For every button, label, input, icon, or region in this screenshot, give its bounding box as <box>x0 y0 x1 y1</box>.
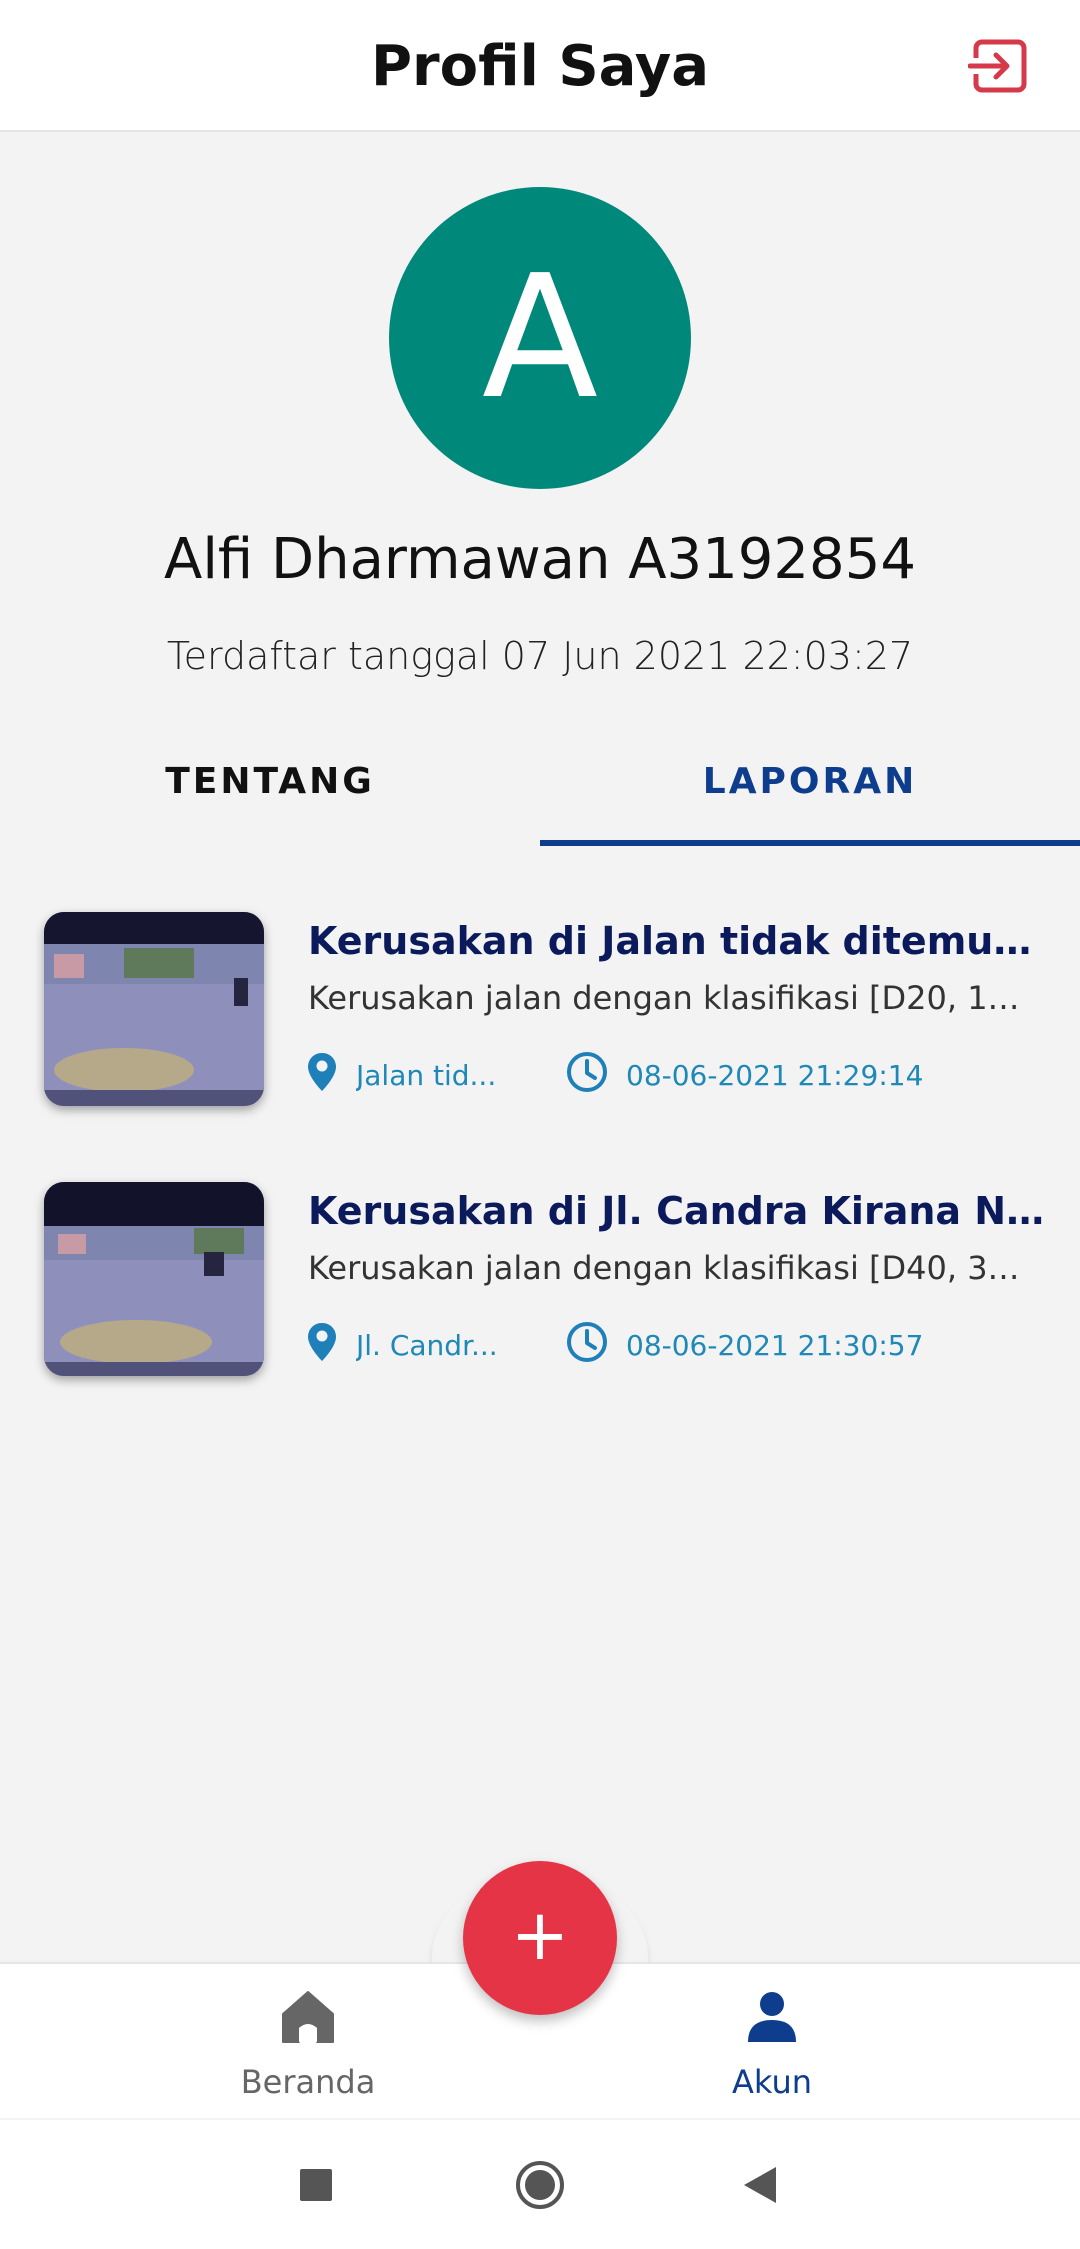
report-location: Jalan tid... <box>306 1050 536 1100</box>
recent-apps-icon[interactable] <box>266 2120 366 2249</box>
nav-label-akun: Akun <box>732 2063 812 2101</box>
report-description: Kerusakan jalan dengan klasifikasi [D40,… <box>308 1249 1028 1287</box>
user-name: Alfi Dharmawan A3192854 <box>164 527 916 592</box>
tab-laporan[interactable]: LAPORAN <box>540 740 1080 846</box>
plus-icon: + <box>510 1894 570 1976</box>
add-report-button[interactable]: + <box>463 1861 617 2015</box>
location-pin-icon <box>306 1321 338 1370</box>
home-button-icon[interactable] <box>490 2120 590 2249</box>
registration-date: Terdaftar tanggal 07 Jun 2021 22:03:27 <box>166 634 914 678</box>
clock-icon <box>566 1321 608 1370</box>
report-description: Kerusakan jalan dengan klasifikasi [D20,… <box>308 979 1028 1017</box>
profile-tabs: TENTANG LAPORAN <box>0 740 1080 846</box>
report-title: Kerusakan di Jl. Candra Kirana No.2... <box>308 1189 1048 1233</box>
list-item[interactable]: Kerusakan di Jalan tidak ditemukan Kerus… <box>0 900 1080 1130</box>
report-time: 08-06-2021 21:29:14 <box>566 1050 1026 1100</box>
home-icon <box>188 1988 428 2050</box>
clock-icon <box>566 1051 608 1100</box>
report-location: Jl. Candr... <box>306 1320 536 1370</box>
avatar-initial: A <box>481 239 599 437</box>
nav-label-beranda: Beranda <box>240 2063 376 2101</box>
app-bar: Profil Saya <box>0 0 1080 132</box>
tab-tentang[interactable]: TENTANG <box>0 740 540 846</box>
report-location-text: Jl. Candr... <box>356 1328 498 1362</box>
list-item[interactable]: Kerusakan di Jl. Candra Kirana No.2... K… <box>0 1170 1080 1400</box>
report-thumbnail <box>44 1182 264 1376</box>
system-nav-bar <box>0 2120 1080 2249</box>
nav-item-akun[interactable]: Akun <box>652 1988 892 2108</box>
report-title: Kerusakan di Jalan tidak ditemukan <box>308 919 1048 963</box>
person-icon <box>652 1988 892 2050</box>
page-title: Profil Saya <box>370 34 710 99</box>
location-pin-icon <box>306 1051 338 1100</box>
report-time-text: 08-06-2021 21:30:57 <box>626 1328 924 1362</box>
report-location-text: Jalan tid... <box>356 1058 497 1092</box>
report-time-text: 08-06-2021 21:29:14 <box>626 1058 924 1092</box>
nav-item-beranda[interactable]: Beranda <box>188 1988 428 2108</box>
report-time: 08-06-2021 21:30:57 <box>566 1320 1026 1370</box>
back-icon[interactable] <box>710 2120 810 2249</box>
tab-indicator <box>540 840 1080 846</box>
avatar[interactable]: A <box>389 187 691 489</box>
report-thumbnail <box>44 912 264 1106</box>
logout-icon[interactable] <box>967 36 1032 96</box>
